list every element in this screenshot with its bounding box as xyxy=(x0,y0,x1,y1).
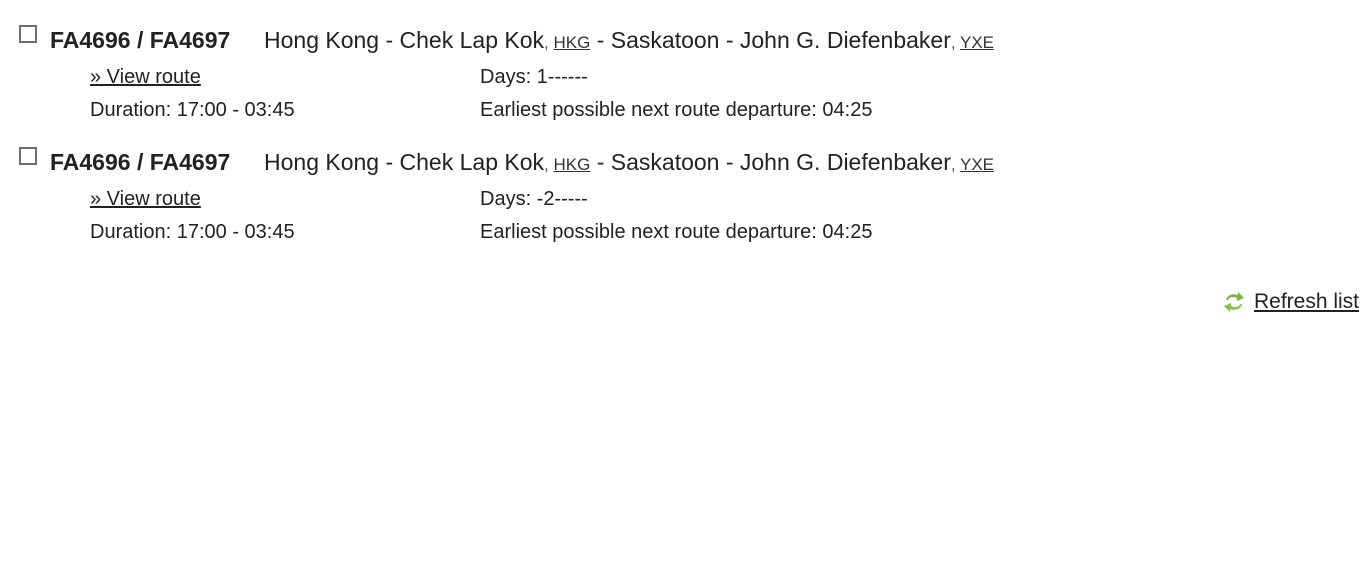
code-separator: , xyxy=(950,33,960,52)
flight-numbers: FA4696 / FA4697 xyxy=(50,149,231,175)
route-separator: - xyxy=(590,149,611,175)
view-route-link[interactable]: » View route xyxy=(90,66,201,89)
route-separator: - xyxy=(590,27,611,53)
days-text: Days: -2----- xyxy=(480,188,588,210)
destination-name: Saskatoon - John G. Diefenbaker xyxy=(610,27,951,53)
route-description: Hong Kong - Chek Lap Kok, HKG - Saskatoo… xyxy=(264,27,994,54)
refresh-list-label: Refresh list xyxy=(1253,290,1359,313)
origin-code-link[interactable]: HKG xyxy=(553,33,590,52)
earliest-departure-text: Earliest possible next route departure: … xyxy=(480,221,873,243)
duration-text: Duration: 17:00 - 03:45 xyxy=(90,221,295,243)
route-description: Hong Kong - Chek Lap Kok, HKG - Saskatoo… xyxy=(264,149,994,176)
origin-code-link[interactable]: HKG xyxy=(553,155,590,174)
destination-code-link[interactable]: YXE xyxy=(960,33,994,52)
route-select-checkbox[interactable] xyxy=(19,147,37,165)
view-route-link[interactable]: » View route xyxy=(90,188,201,211)
refresh-list-button[interactable]: Refresh list xyxy=(1222,290,1359,314)
destination-name: Saskatoon - John G. Diefenbaker xyxy=(610,149,951,175)
refresh-icon xyxy=(1222,290,1246,314)
flight-numbers: FA4696 / FA4697 xyxy=(50,27,231,53)
route-select-checkbox[interactable] xyxy=(19,25,37,43)
code-separator: , xyxy=(950,155,960,174)
origin-name: Hong Kong - Chek Lap Kok xyxy=(264,149,545,175)
duration-text: Duration: 17:00 - 03:45 xyxy=(90,99,295,121)
origin-name: Hong Kong - Chek Lap Kok xyxy=(264,27,545,53)
destination-code-link[interactable]: YXE xyxy=(960,155,994,174)
earliest-departure-text: Earliest possible next route departure: … xyxy=(480,99,873,121)
days-text: Days: 1------ xyxy=(480,66,588,88)
